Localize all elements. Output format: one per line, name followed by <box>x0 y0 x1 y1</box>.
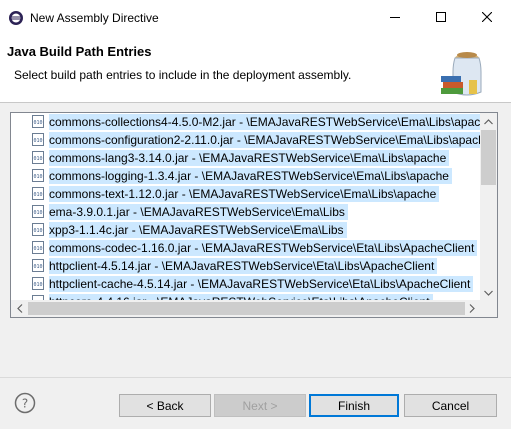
entry-label: httpclient-cache-4.5.14.jar - \EMAJavaRE… <box>49 276 474 292</box>
svg-text:010: 010 <box>33 264 42 270</box>
finish-button[interactable]: Finish <box>309 394 399 417</box>
next-button[interactable]: Next > <box>214 394 306 417</box>
eclipse-app-icon <box>9 11 23 25</box>
svg-text:010: 010 <box>33 156 42 162</box>
entry-label: ema-3.9.0.1.jar - \EMAJavaRESTWebService… <box>49 204 348 220</box>
scroll-right-button[interactable] <box>463 300 480 317</box>
wizard-header: Java Build Path Entries Select build pat… <box>0 34 511 102</box>
entry-label: commons-logging-1.3.4.jar - \EMAJavaREST… <box>49 168 452 184</box>
svg-text:010: 010 <box>33 246 42 252</box>
vertical-scroll-thumb[interactable] <box>481 130 496 185</box>
entry-label: commons-collections4-4.5.0-M2.jar - \EMA… <box>49 114 497 130</box>
list-item[interactable]: 010 commons-logging-1.3.4.jar - \EMAJava… <box>11 167 481 185</box>
jar-books-icon <box>441 52 482 96</box>
footer-separator <box>0 377 511 378</box>
minimize-button[interactable] <box>372 0 418 34</box>
page-title: Java Build Path Entries <box>7 44 152 59</box>
jar-file-icon: 010 <box>32 205 44 218</box>
close-button[interactable] <box>464 0 510 34</box>
maximize-icon <box>436 12 446 22</box>
jar-file-icon: 010 <box>32 151 44 164</box>
entry-label: commons-codec-1.16.0.jar - \EMAJavaRESTW… <box>49 240 478 256</box>
title-bar: New Assembly Directive <box>0 0 511 34</box>
vertical-scrollbar[interactable] <box>480 113 497 301</box>
help-icon[interactable]: ? <box>14 392 36 414</box>
back-button[interactable]: < Back <box>119 394 211 417</box>
svg-text:010: 010 <box>33 228 42 234</box>
jar-file-icon: 010 <box>32 133 44 146</box>
list-item[interactable]: 010 commons-codec-1.16.0.jar - \EMAJavaR… <box>11 239 481 257</box>
svg-text:010: 010 <box>33 282 42 288</box>
build-path-entries-list[interactable]: 010 commons-collections4-4.5.0-M2.jar - … <box>10 112 498 318</box>
scroll-up-button[interactable] <box>480 113 497 130</box>
chevron-right-icon <box>469 304 475 313</box>
jar-file-icon: 010 <box>32 223 44 236</box>
jar-file-icon: 010 <box>32 187 44 200</box>
svg-text:010: 010 <box>33 138 42 144</box>
page-description: Select build path entries to include in … <box>14 68 352 82</box>
minimize-icon <box>390 17 400 18</box>
window-title: New Assembly Directive <box>30 11 159 25</box>
cancel-button[interactable]: Cancel <box>404 394 497 417</box>
svg-text:010: 010 <box>33 120 42 126</box>
list-item[interactable]: 010 httpclient-4.5.14.jar - \EMAJavaREST… <box>11 257 481 275</box>
svg-text:010: 010 <box>33 192 42 198</box>
entries-rows: 010 commons-collections4-4.5.0-M2.jar - … <box>11 113 497 311</box>
maximize-button[interactable] <box>418 0 464 34</box>
svg-text:010: 010 <box>33 174 42 180</box>
jar-file-icon: 010 <box>32 241 44 254</box>
list-item[interactable]: 010 commons-text-1.12.0.jar - \EMAJavaRE… <box>11 185 481 203</box>
chevron-left-icon <box>16 304 22 313</box>
entry-label: commons-text-1.12.0.jar - \EMAJavaRESTWe… <box>49 186 440 202</box>
close-icon <box>482 12 492 22</box>
list-item[interactable]: 010 httpclient-cache-4.5.14.jar - \EMAJa… <box>11 275 481 293</box>
list-item[interactable]: 010 xpp3-1.1.4c.jar - \EMAJavaRESTWebSer… <box>11 221 481 239</box>
entry-label: commons-configuration2-2.11.0.jar - \EMA… <box>49 132 488 148</box>
list-item[interactable]: 010 commons-configuration2-2.11.0.jar - … <box>11 131 488 149</box>
scroll-down-button[interactable] <box>480 284 497 301</box>
scroll-left-button[interactable] <box>11 300 28 317</box>
jar-file-icon: 010 <box>32 277 44 290</box>
horizontal-scrollbar[interactable] <box>11 300 497 317</box>
chevron-up-icon <box>484 118 493 124</box>
svg-text:?: ? <box>22 397 28 411</box>
chevron-down-icon <box>484 290 493 296</box>
entry-label: xpp3-1.1.4c.jar - \EMAJavaRESTWebService… <box>49 222 347 238</box>
jar-file-icon: 010 <box>32 115 44 128</box>
entry-label: httpclient-4.5.14.jar - \EMAJavaRESTWebS… <box>49 258 438 274</box>
jar-file-icon: 010 <box>32 169 44 182</box>
svg-text:010: 010 <box>33 210 42 216</box>
horizontal-scroll-thumb[interactable] <box>28 302 465 315</box>
header-separator <box>0 102 511 103</box>
list-item[interactable]: 010 commons-collections4-4.5.0-M2.jar - … <box>11 113 497 131</box>
jar-file-icon: 010 <box>32 259 44 272</box>
list-item[interactable]: 010 ema-3.9.0.1.jar - \EMAJavaRESTWebSer… <box>11 203 481 221</box>
entry-label: commons-lang3-3.14.0.jar - \EMAJavaRESTW… <box>49 150 450 166</box>
list-item[interactable]: 010 commons-lang3-3.14.0.jar - \EMAJavaR… <box>11 149 481 167</box>
